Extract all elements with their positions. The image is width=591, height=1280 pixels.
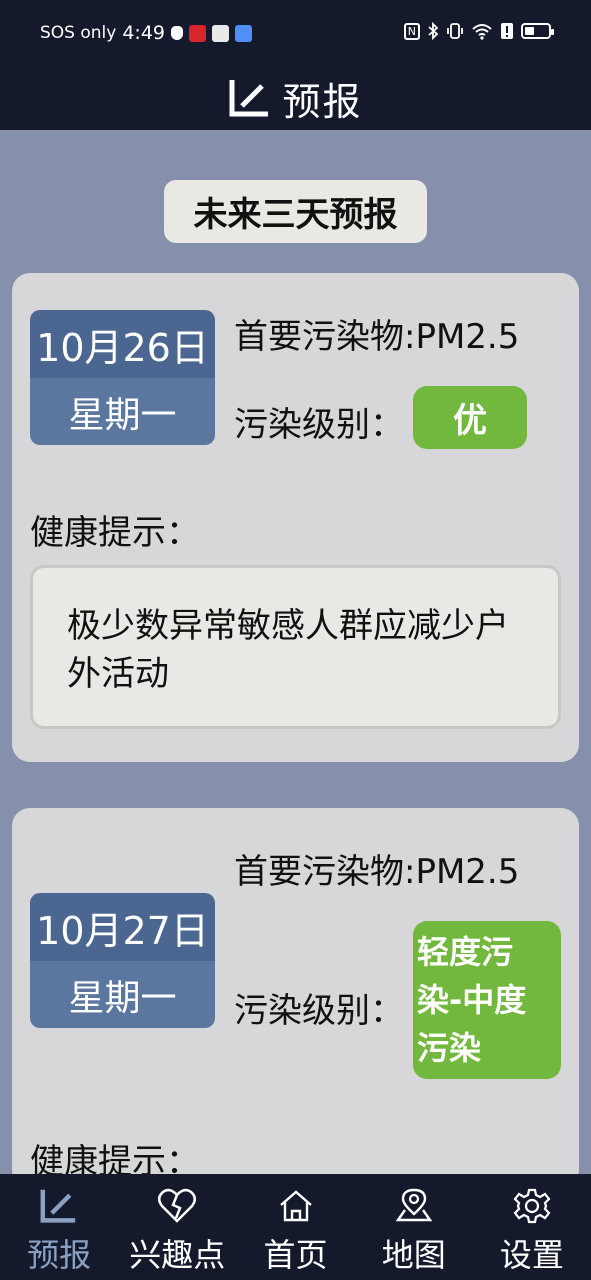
forecast-card: 10月26日 星期一 首要污染物:PM2.5 污染级别： 优 健康提示： 极少数… <box>12 273 579 762</box>
nfc-icon: N <box>403 22 420 40</box>
home-icon <box>278 1184 314 1228</box>
status-left: SOS only 4:49 <box>40 22 252 44</box>
clock: 4:49 <box>122 22 165 44</box>
bottom-nav: 预报 兴趣点 首页 地图 设置 <box>0 1174 591 1280</box>
pollution-level-badge: 轻度污染-中度污染 <box>413 921 561 1079</box>
nav-item-settings[interactable]: 设置 <box>473 1174 591 1280</box>
nav-item-map[interactable]: 地图 <box>355 1174 473 1280</box>
bluetooth-icon <box>428 22 439 40</box>
primary-pollutant: 首要污染物:PM2.5 <box>234 317 520 357</box>
weekday-label: 星期一 <box>30 378 215 445</box>
nav-item-forecast[interactable]: 预报 <box>0 1174 118 1280</box>
carrier-text: SOS only <box>40 23 117 43</box>
section-title: 未来三天预报 <box>164 180 427 243</box>
shield-icon <box>171 26 183 40</box>
nav-item-poi[interactable]: 兴趣点 <box>118 1174 236 1280</box>
weekday-label: 星期一 <box>30 961 215 1028</box>
forecast-logo-icon <box>229 80 269 117</box>
nav-label: 兴趣点 <box>129 1236 226 1274</box>
app-header: 预报 <box>0 66 591 130</box>
map-pin-icon <box>395 1184 433 1228</box>
date-label: 10月27日 <box>30 893 215 961</box>
vibrate-icon <box>447 23 463 39</box>
nav-label: 首页 <box>263 1236 328 1274</box>
alert-icon <box>501 23 513 39</box>
app-notification-icon <box>212 24 229 42</box>
wifi-icon <box>472 24 492 40</box>
nav-label: 设置 <box>499 1236 564 1274</box>
nav-label: 预报 <box>27 1236 92 1274</box>
health-tip-box: 极少数异常敏感人群应减少户外活动 <box>30 565 561 729</box>
pollution-level-badge: 优 <box>413 386 527 449</box>
battery-icon <box>521 23 554 39</box>
app-notification-icon <box>235 24 252 42</box>
pollution-level-label: 污染级别： <box>234 991 404 1031</box>
nav-label: 地图 <box>381 1236 446 1274</box>
primary-pollutant: 首要污染物:PM2.5 <box>234 852 520 892</box>
date-label: 10月26日 <box>30 310 215 378</box>
page-title: 预报 <box>282 79 363 124</box>
gear-icon <box>513 1184 551 1228</box>
health-tip-label: 健康提示： <box>30 513 200 553</box>
status-right: N <box>403 22 554 40</box>
date-box: 10月27日 星期一 <box>30 893 215 1028</box>
heart-icon <box>157 1184 197 1228</box>
forecast-card: 首要污染物:PM2.5 10月27日 星期一 污染级别： 轻度污染-中度污染 健… <box>12 808 579 1188</box>
nav-item-home[interactable]: 首页 <box>236 1174 354 1280</box>
forecast-icon <box>39 1184 79 1228</box>
status-bar: SOS only 4:49 N <box>0 0 591 66</box>
pollution-level-label: 污染级别： <box>234 405 404 445</box>
date-box: 10月26日 星期一 <box>30 310 215 445</box>
app-notification-icon <box>189 24 206 42</box>
